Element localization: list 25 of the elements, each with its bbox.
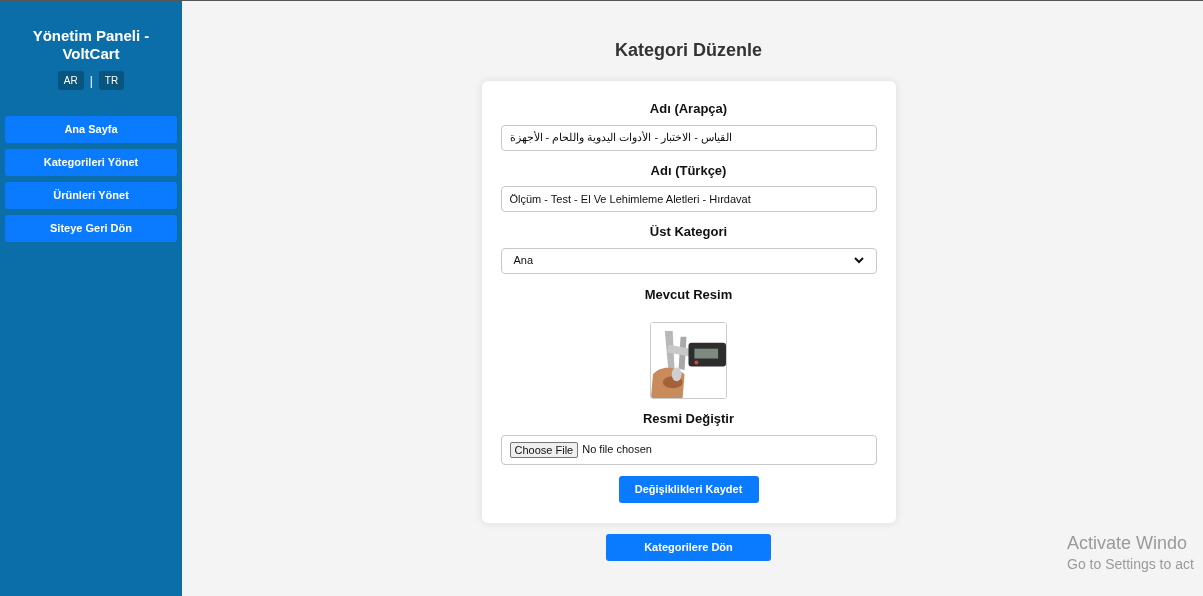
choose-file-button[interactable]: Choose File — [509, 441, 579, 458]
page-title: Kategori Düzenle — [615, 39, 762, 62]
input-field[interactable]: القياس - الاختبار - الأدوات اليدوية واللحام - الأجهزة — [500, 124, 877, 151]
sidebar-title: Yönetim Paneli - VoltCart — [31, 27, 151, 63]
chevron-down-icon — [853, 257, 864, 264]
nav-button[interactable]: Kategorileri Yönet — [5, 149, 177, 176]
field-label: Resmi Değiştir — [641, 410, 735, 428]
file-input[interactable]: Choose File No file chosen — [500, 434, 877, 465]
field-label: Adı (Türkçe) — [649, 161, 728, 180]
nav-button[interactable]: Ana Sayfa — [5, 116, 177, 143]
language-button[interactable]: AR — [57, 71, 84, 90]
nav-button[interactable]: Siteye Geri Dön — [5, 215, 177, 242]
input-field[interactable]: Ölçüm - Test - El Ve Lehimleme Aletleri - Hırdavat — [500, 186, 877, 212]
file-status: No file chosen — [582, 442, 652, 458]
field-label: Üst Kategori — [648, 223, 729, 241]
back-button[interactable]: Kategorilere Dön — [606, 533, 771, 561]
language-button[interactable]: TR — [98, 71, 125, 90]
language-separator: | — [89, 72, 93, 90]
select-field[interactable]: Ana — [500, 247, 877, 274]
nav-button[interactable]: Ürünleri Yönet — [5, 182, 177, 209]
field-label: Mevcut Resim — [643, 285, 734, 304]
activation-title: Activate Windo — [1067, 532, 1189, 554]
field-label: Adı (Arapça) — [648, 100, 729, 118]
activation-subtitle: Go to Settings to act — [1067, 555, 1194, 574]
save-button[interactable]: Değişiklikleri Kaydet — [618, 475, 759, 503]
